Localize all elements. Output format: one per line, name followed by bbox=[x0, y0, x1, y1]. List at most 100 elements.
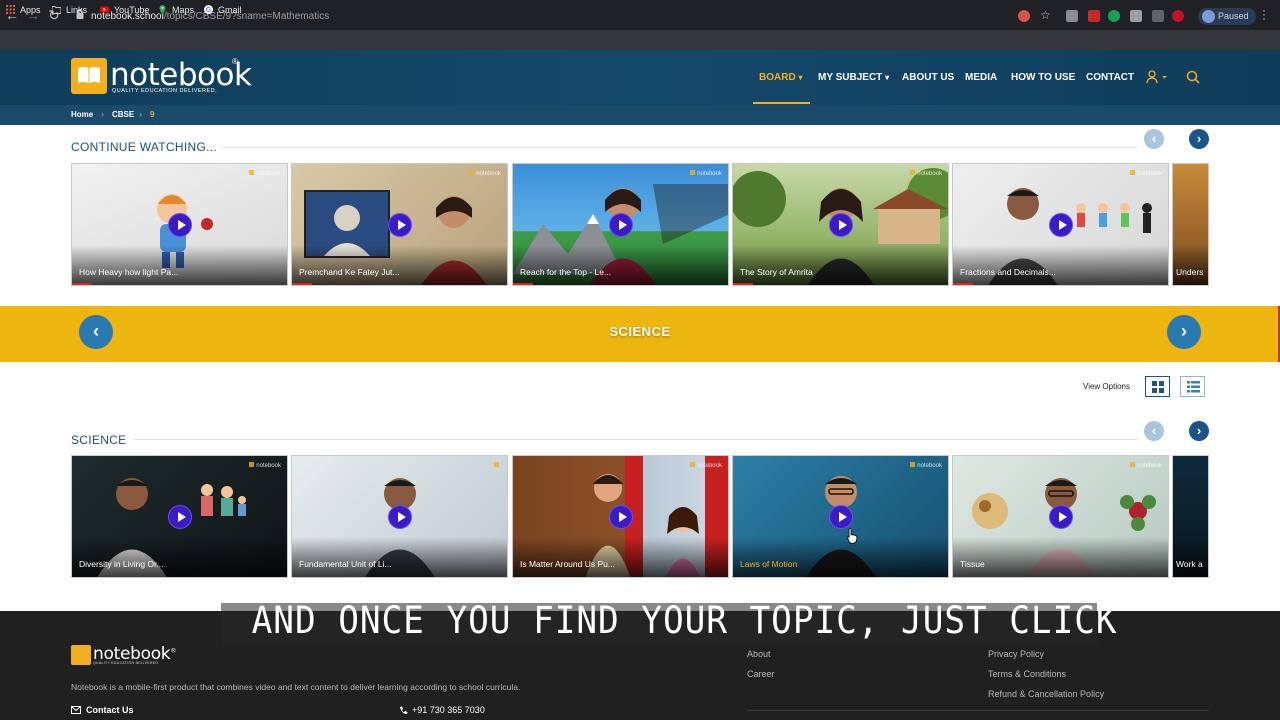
card-shade bbox=[953, 245, 1168, 285]
video-title: Tissue bbox=[960, 559, 985, 569]
card-shade bbox=[72, 537, 287, 577]
card-shade bbox=[513, 537, 728, 577]
video-card[interactable]: notebook Tissue bbox=[952, 455, 1169, 578]
bookmark-youtube[interactable]: YouTube bbox=[100, 3, 149, 17]
camera-extension-icon[interactable] bbox=[1066, 10, 1078, 22]
footer-link-about[interactable]: About bbox=[747, 649, 771, 659]
play-icon[interactable] bbox=[388, 213, 412, 237]
video-card[interactable]: notebook Is Matter Around Us Pu... bbox=[512, 455, 729, 578]
nav-about-us[interactable]: ABOUT US bbox=[902, 72, 954, 83]
list-view-button[interactable] bbox=[1180, 376, 1205, 397]
notebook-watermark: notebook bbox=[690, 170, 722, 177]
nav-my-subject[interactable]: MY SUBJECT ▾ bbox=[818, 72, 889, 83]
play-icon[interactable] bbox=[168, 213, 192, 237]
video-card[interactable]: notebook Diversity in Living Or... bbox=[71, 455, 288, 578]
video-card[interactable]: notebook How Heavy how light Pa... bbox=[71, 163, 288, 286]
grammarly-icon[interactable] bbox=[1108, 10, 1120, 22]
nav-contact[interactable]: CONTACT bbox=[1086, 72, 1134, 83]
row-next-button[interactable]: › bbox=[1189, 421, 1209, 441]
video-card[interactable]: Unders bbox=[1172, 163, 1209, 286]
bookmark-apps[interactable]: Apps bbox=[6, 3, 41, 17]
video-title: Reach for the Top - Le... bbox=[520, 267, 612, 277]
play-icon[interactable] bbox=[609, 213, 633, 237]
bookmark-label: Links bbox=[66, 5, 88, 15]
bookmark-gmail[interactable]: G Gmail bbox=[204, 3, 242, 17]
video-card[interactable]: notebook Fractions and Decimals... bbox=[952, 163, 1169, 286]
blocked-popup-icon[interactable] bbox=[1018, 10, 1030, 22]
video-caption: AND ONCE YOU FIND YOUR TOPIC, JUST CLICK bbox=[251, 599, 1118, 642]
watch-progress-bar bbox=[513, 283, 533, 285]
bookmark-maps[interactable]: Maps bbox=[158, 3, 194, 17]
bookmark-label: YouTube bbox=[114, 5, 150, 15]
play-icon[interactable] bbox=[1049, 213, 1073, 237]
grid-icon bbox=[6, 5, 15, 14]
row-prev-button[interactable]: ‹ bbox=[1144, 421, 1164, 441]
breadcrumb-home[interactable]: Home bbox=[71, 110, 93, 119]
play-icon[interactable] bbox=[1049, 505, 1073, 529]
nav-how-to-use[interactable]: HOW TO USE bbox=[1011, 72, 1075, 83]
nav-board[interactable]: BOARD ▾ bbox=[759, 72, 802, 83]
bookmark-label: Gmail bbox=[218, 5, 242, 15]
card-shade bbox=[953, 537, 1168, 577]
footer-link-refund[interactable]: Refund & Cancellation Policy bbox=[988, 689, 1104, 699]
grid-view-button[interactable] bbox=[1145, 376, 1170, 397]
nav-media[interactable]: MEDIA bbox=[965, 72, 997, 83]
kebab-menu-icon[interactable]: · · · bbox=[1262, 4, 1268, 24]
search-icon[interactable] bbox=[1186, 70, 1200, 84]
footer-logo-tagline: QUALITY EDUCATION DELIVERED. bbox=[93, 661, 160, 665]
kids-illustration bbox=[1076, 203, 1152, 233]
video-card[interactable]: notebook The Story of Amrita bbox=[732, 163, 949, 286]
row-prev-button[interactable]: ‹ bbox=[1144, 129, 1164, 149]
folder-icon bbox=[52, 6, 61, 14]
family-illustration bbox=[201, 484, 246, 516]
footer-contact-link[interactable]: Contact Us bbox=[86, 705, 134, 715]
user-icon[interactable] bbox=[1146, 70, 1168, 84]
watch-progress-bar bbox=[953, 283, 973, 285]
play-icon[interactable] bbox=[388, 505, 412, 529]
bookmark-label: Apps bbox=[20, 5, 41, 15]
bookmark-links[interactable]: Links bbox=[52, 3, 87, 17]
play-icon[interactable] bbox=[168, 505, 192, 529]
video-title: The Story of Amrita bbox=[740, 267, 813, 277]
video-title: Premchand Ke Fatey Jut... bbox=[299, 267, 400, 277]
eyedropper-extension-icon[interactable] bbox=[1152, 10, 1164, 22]
play-icon[interactable] bbox=[829, 213, 853, 237]
footer-phone[interactable]: +91 730 365 7030 bbox=[412, 705, 485, 715]
notebook-watermark: notebook bbox=[690, 462, 722, 469]
card-shade bbox=[1173, 537, 1208, 577]
breadcrumb bbox=[0, 105, 1280, 125]
play-icon[interactable] bbox=[829, 505, 853, 529]
row-divider bbox=[133, 439, 1138, 440]
logo-registered-mark: ® bbox=[232, 57, 238, 66]
star-bookmark-icon[interactable]: ☆ bbox=[1040, 9, 1052, 21]
footer-logo-book-icon[interactable] bbox=[71, 645, 91, 665]
bookmark-label: Maps bbox=[172, 5, 195, 15]
chevron-right-icon: › bbox=[139, 109, 142, 119]
continue-watching-title: CONTINUE WATCHING... bbox=[71, 140, 217, 154]
video-card[interactable]: notebook Reach for the Top - Le... bbox=[512, 163, 729, 286]
play-icon[interactable] bbox=[609, 505, 633, 529]
footer-link-privacy[interactable]: Privacy Policy bbox=[988, 649, 1044, 659]
video-card[interactable]: notebook Premchand Ke Fatey Jut... bbox=[291, 163, 508, 286]
screenshot-extension-icon[interactable] bbox=[1130, 10, 1142, 22]
video-title: Work a bbox=[1176, 559, 1203, 569]
footer-link-career[interactable]: Career bbox=[747, 669, 775, 679]
nav-label: MY SUBJECT bbox=[818, 72, 883, 83]
red-extension-icon[interactable] bbox=[1088, 10, 1100, 22]
subject-next-button[interactable]: › bbox=[1167, 315, 1201, 349]
maps-pin-icon bbox=[159, 5, 166, 14]
video-title: Fractions and Decimals... bbox=[960, 267, 1056, 277]
video-card[interactable]: Work a bbox=[1172, 455, 1209, 578]
row-next-button[interactable]: › bbox=[1189, 129, 1209, 149]
footer-logo-registered: ® bbox=[170, 647, 177, 655]
video-card[interactable]: notebook Laws of Motion bbox=[732, 455, 949, 578]
envelope-icon bbox=[71, 706, 81, 714]
logo-tagline: QUALITY EDUCATION DELIVERED. bbox=[112, 88, 218, 94]
science-row-title: SCIENCE bbox=[71, 433, 127, 447]
youtube-icon bbox=[100, 6, 109, 13]
video-card[interactable]: Fundamental Unit of Li... bbox=[291, 455, 508, 578]
breadcrumb-cbse[interactable]: CBSE bbox=[112, 110, 134, 119]
card-shade bbox=[292, 537, 507, 577]
footer-link-terms[interactable]: Terms & Conditions bbox=[988, 669, 1066, 679]
pinterest-icon[interactable] bbox=[1172, 10, 1184, 22]
